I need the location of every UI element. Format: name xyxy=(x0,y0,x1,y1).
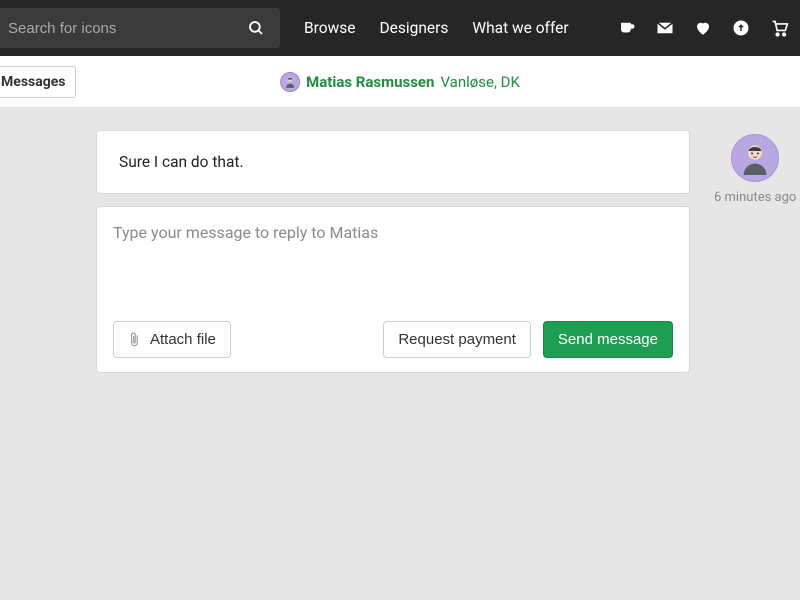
search-button[interactable] xyxy=(232,8,280,48)
nav-designers[interactable]: Designers xyxy=(379,19,448,37)
nav-links: Browse Designers What we offer xyxy=(304,19,569,37)
cup-icon[interactable] xyxy=(618,19,636,37)
nav-offer[interactable]: What we offer xyxy=(472,19,568,37)
send-message-button[interactable]: Send message xyxy=(543,321,673,358)
heart-icon[interactable] xyxy=(694,19,712,37)
sub-navbar: Messages Matias Rasmussen Vanløse, DK xyxy=(0,56,800,108)
request-payment-button[interactable]: Request payment xyxy=(383,321,531,358)
message-text: Sure I can do that. xyxy=(119,153,244,171)
nav-browse[interactable]: Browse xyxy=(304,19,355,37)
profile-header[interactable]: Matias Rasmussen Vanløse, DK xyxy=(280,72,520,92)
profile-name: Matias Rasmussen xyxy=(306,73,434,91)
search-input[interactable] xyxy=(0,20,232,37)
reply-box: Attach file Request payment Send message xyxy=(96,206,690,373)
tab-messages[interactable]: Messages xyxy=(0,66,76,98)
attach-file-button[interactable]: Attach file xyxy=(113,321,231,358)
request-payment-label: Request payment xyxy=(398,331,516,348)
message-timestamp: 6 minutes ago xyxy=(714,190,796,205)
reply-actions: Attach file Request payment Send message xyxy=(113,321,673,358)
top-icons xyxy=(618,19,800,37)
tab-messages-label: Messages xyxy=(1,74,65,90)
reply-input[interactable] xyxy=(113,223,673,307)
profile-location: Vanløse, DK xyxy=(440,73,519,91)
avatar-small xyxy=(280,72,300,92)
top-navbar: Browse Designers What we offer xyxy=(0,0,800,56)
attach-file-label: Attach file xyxy=(150,331,216,348)
search-icon xyxy=(247,19,265,37)
content-area: Sure I can do that. Attach file Request … xyxy=(0,108,800,373)
send-message-label: Send message xyxy=(558,331,658,348)
paperclip-icon xyxy=(128,332,142,348)
message-bubble: Sure I can do that. xyxy=(96,130,690,194)
upload-icon[interactable] xyxy=(732,19,750,37)
message-meta: 6 minutes ago xyxy=(714,134,796,205)
avatar-large[interactable] xyxy=(731,134,779,182)
mail-icon[interactable] xyxy=(656,21,674,35)
search-box xyxy=(0,8,280,48)
message-column: Sure I can do that. Attach file Request … xyxy=(96,130,690,373)
cart-icon[interactable] xyxy=(770,19,790,37)
